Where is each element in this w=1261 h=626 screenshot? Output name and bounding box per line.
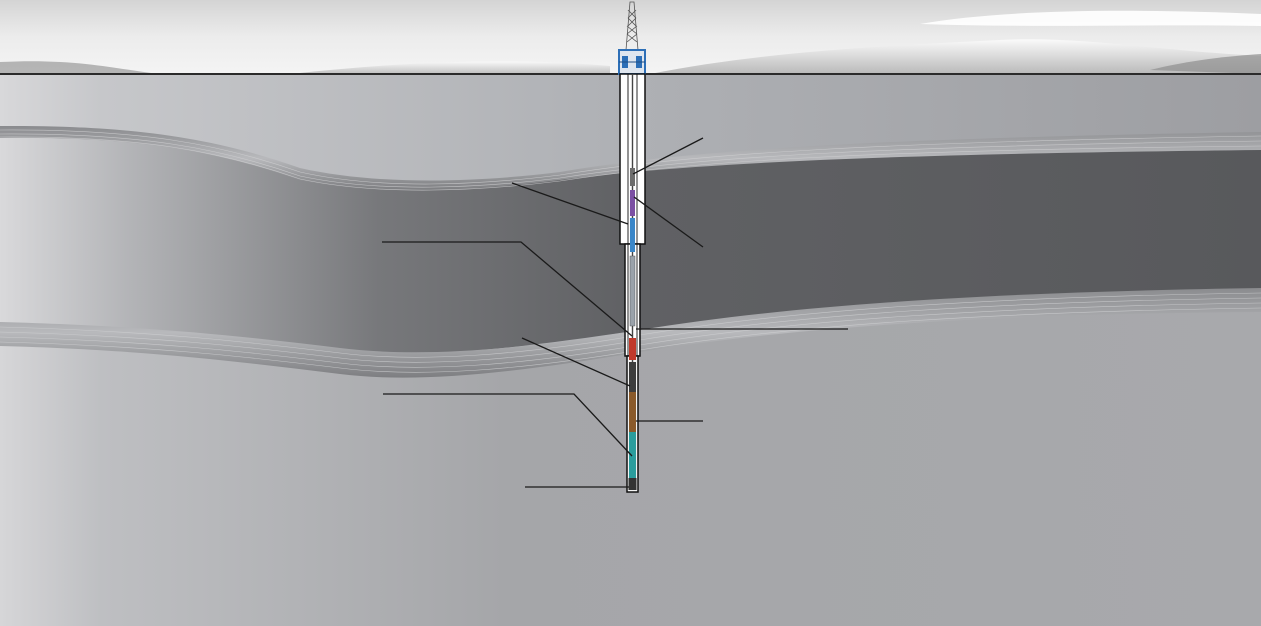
- diagram-canvas: [0, 0, 1261, 626]
- wellbore-diagram: [0, 0, 1261, 626]
- tool-upper-sub: [630, 168, 635, 186]
- tool-grey-section: [629, 255, 636, 327]
- tool-dark-section: [629, 362, 636, 392]
- tool-blue-section: [630, 218, 635, 252]
- tool-purple-section: [630, 190, 635, 216]
- tool-red-section: [629, 338, 636, 360]
- wellhead-icon: [618, 49, 646, 75]
- tool-bit: [628, 478, 637, 490]
- tool-brown-section: [629, 392, 636, 432]
- tool-teal-section: [629, 432, 636, 478]
